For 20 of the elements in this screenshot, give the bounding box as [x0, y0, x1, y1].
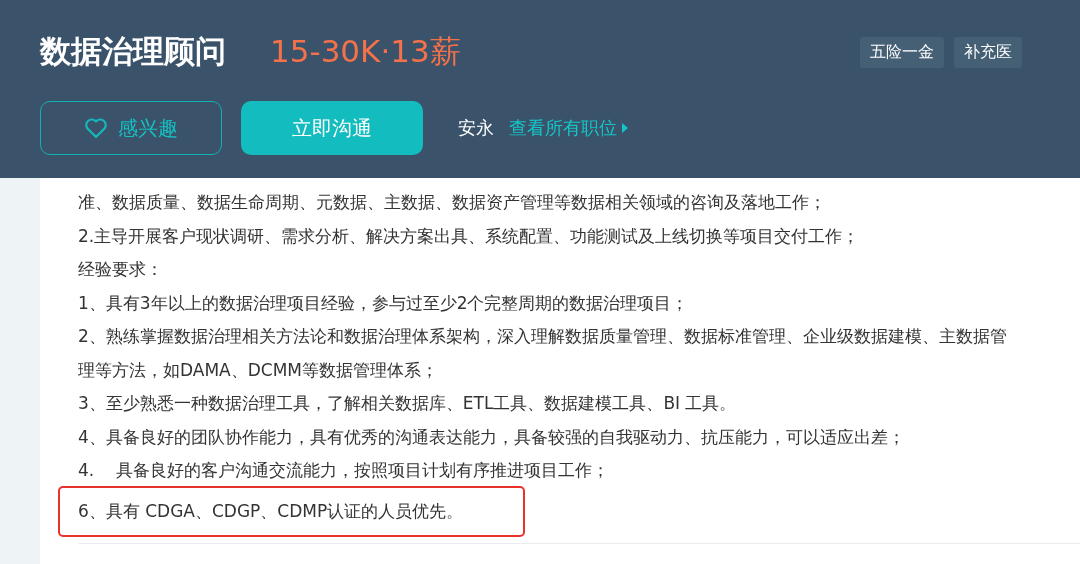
benefit-tag: 五险一金: [860, 36, 944, 68]
company-name: 安永: [458, 116, 494, 140]
salary: 15-30K·13薪: [270, 32, 462, 71]
job-title: 数据治理顾问: [40, 32, 226, 71]
description-line: 准、数据质量、数据生命周期、元数据、主数据、数据资产管理等数据相关领域的咨询及落地工作；: [78, 191, 826, 215]
description-line: 2.主导开展客户现状调研、需求分析、解决方案出具、系统配置、功能测试及上线切换等项目交付工作；: [78, 224, 860, 248]
description-line: 理等方法，如DAMA、DCMM等数据管理体系；: [78, 358, 438, 382]
all-jobs-link[interactable]: 查看所有职位: [509, 116, 628, 140]
description-line: 1、具有3年以上的数据治理项目经验，参与过至少2个完整周期的数据治理项目；: [78, 291, 689, 315]
description-line: 6、具有 CDGA、CDGP、CDMP认证的人员优先。: [60, 487, 524, 535]
description-line: 4. 具备良好的客户沟通交流能力，按照项目计划有序推进项目工作；: [78, 459, 609, 483]
description-line: 3、至少熟悉一种数据治理工具，了解相关数据库、ETL工具、数据建模工具、BI 工具。: [78, 392, 737, 416]
benefit-tag: 补充医: [954, 36, 1022, 68]
chat-button[interactable]: 立即沟通: [241, 101, 423, 155]
description-line: 4、具备良好的团队协作能力，具有优秀的沟通表达能力，具备较强的自我驱动力、抗压能力，可以适应出差；: [78, 425, 905, 449]
heart-icon: [84, 117, 108, 139]
interest-button[interactable]: 感兴趣: [40, 101, 222, 155]
description-line: 2、熟练掌握数据治理相关方法论和数据治理体系架构，深入理解数据质量管理、数据标准管理、企业级数据建模、主数据管: [78, 325, 1007, 349]
description-line: 经验要求：: [78, 258, 163, 282]
caret-icon: [622, 123, 628, 133]
